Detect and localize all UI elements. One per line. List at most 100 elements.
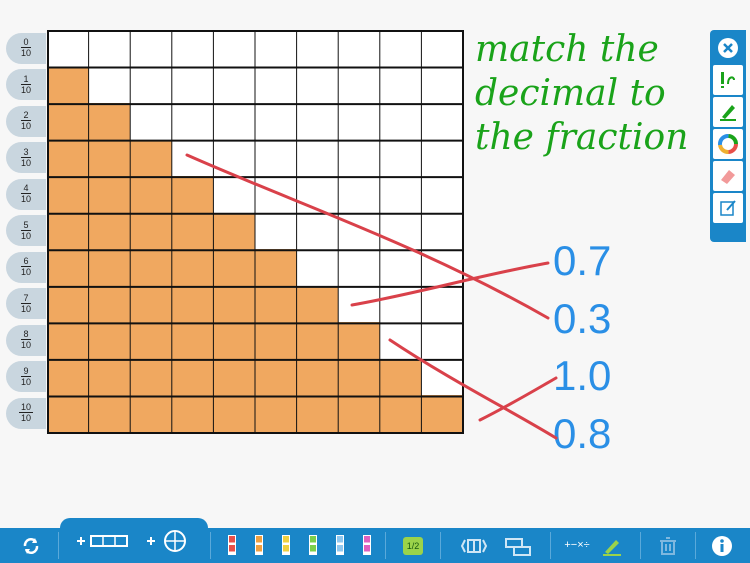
empty-cell xyxy=(338,139,380,177)
empty-cell xyxy=(379,322,422,359)
close-icon[interactable] xyxy=(713,33,743,63)
fraction-label[interactable]: 4 10 xyxy=(6,178,46,210)
fraction-denominator: 10 xyxy=(20,194,31,205)
fraction-label[interactable]: 5 10 xyxy=(6,215,46,247)
handwriting-line-2: decimal to xyxy=(475,73,666,114)
empty-cell xyxy=(88,30,131,67)
fraction-bar-row[interactable] xyxy=(47,285,463,323)
empty-cell xyxy=(255,30,297,67)
filled-cell xyxy=(88,285,131,323)
eraser-icon[interactable] xyxy=(713,161,743,191)
bar-chip-icon[interactable] xyxy=(336,535,344,555)
fraction-label[interactable]: 7 10 xyxy=(6,288,46,320)
decimal-value: 0.3 xyxy=(553,295,612,342)
fraction-label-icon[interactable]: 1/2 xyxy=(402,528,424,563)
empty-cell xyxy=(47,30,89,67)
empty-cell xyxy=(213,103,255,140)
fraction-label[interactable]: 9 10 xyxy=(6,361,46,393)
fraction-label[interactable]: 1 10 xyxy=(6,69,46,101)
empty-cell xyxy=(213,176,255,213)
fraction-label[interactable]: 3 10 xyxy=(6,142,46,174)
empty-cell xyxy=(213,139,255,177)
fraction-denominator: 10 xyxy=(20,48,31,58)
edit-note-icon[interactable] xyxy=(713,193,743,223)
fraction-bar-row[interactable] xyxy=(47,30,463,67)
bar-chip-icon[interactable] xyxy=(282,535,290,555)
empty-cell xyxy=(255,176,297,213)
bar-chip-icon[interactable] xyxy=(363,535,371,555)
filled-cell xyxy=(213,249,255,286)
filled-cell xyxy=(47,66,89,104)
filled-cell xyxy=(47,176,89,213)
fraction-bar-row[interactable] xyxy=(47,249,463,286)
toolbar-separator xyxy=(695,532,696,559)
filled-cell xyxy=(130,322,172,359)
trash-icon[interactable] xyxy=(656,528,680,563)
operations-icon[interactable]: +−×÷ xyxy=(563,528,591,563)
fraction-label[interactable]: 10 10 xyxy=(6,397,46,429)
fraction-bar-row[interactable] xyxy=(47,358,463,396)
fraction-bar-row[interactable] xyxy=(47,139,463,177)
empty-cell xyxy=(421,249,463,286)
filled-cell xyxy=(255,285,297,323)
empty-cell xyxy=(171,66,214,104)
side-toolbar xyxy=(710,30,746,242)
fraction-label[interactable]: 2 10 xyxy=(6,105,46,137)
info-icon[interactable] xyxy=(710,528,734,563)
add-circle-icon[interactable] xyxy=(145,523,191,558)
filled-cell xyxy=(130,395,172,432)
filled-cell xyxy=(379,358,422,396)
fraction-numerator: 5 xyxy=(21,219,31,231)
compare-icon[interactable] xyxy=(503,528,533,563)
empty-cell xyxy=(338,212,380,250)
filled-cell xyxy=(213,358,255,396)
decimal-value: 1.0 xyxy=(553,352,612,399)
handwriting-line-3: the fraction xyxy=(475,117,689,158)
filled-cell xyxy=(130,285,172,323)
fraction-label[interactable]: 6 10 xyxy=(6,251,46,283)
filled-cell xyxy=(171,395,214,432)
fraction-label[interactable]: 8 10 xyxy=(6,324,46,356)
bar-chip-icon[interactable] xyxy=(255,535,263,555)
empty-cell xyxy=(338,66,380,104)
toolbar-separator xyxy=(640,532,641,559)
fraction-numerator: 8 xyxy=(21,329,31,341)
refresh-icon[interactable] xyxy=(18,528,44,563)
empty-cell xyxy=(421,176,463,213)
split-icon[interactable] xyxy=(458,528,490,563)
filled-cell xyxy=(88,358,131,396)
fraction-bar-row[interactable] xyxy=(47,176,463,213)
filled-cell xyxy=(130,176,172,213)
empty-cell xyxy=(171,139,214,177)
highlighter-icon[interactable] xyxy=(713,97,743,127)
filled-cell xyxy=(171,358,214,396)
empty-cell xyxy=(296,66,339,104)
empty-cell xyxy=(171,103,214,140)
fraction-denominator: 10 xyxy=(20,413,31,424)
fraction-bar-row[interactable] xyxy=(47,103,463,140)
empty-cell xyxy=(296,139,339,177)
filled-cell xyxy=(130,139,172,177)
fraction-label[interactable]: 0 10 xyxy=(6,32,46,64)
add-bar-icon[interactable] xyxy=(75,523,131,558)
fraction-numerator: 4 xyxy=(21,183,31,195)
bar-chip-icon[interactable] xyxy=(228,535,236,555)
pen-icon[interactable] xyxy=(600,528,624,563)
color-wheel-icon[interactable] xyxy=(713,129,743,159)
filled-cell xyxy=(47,103,89,140)
empty-cell xyxy=(338,249,380,286)
empty-cell xyxy=(421,66,463,104)
pen-tool-icon[interactable] xyxy=(713,65,743,95)
fraction-denominator: 10 xyxy=(20,230,31,241)
empty-cell xyxy=(171,30,214,67)
fraction-bar-row[interactable] xyxy=(47,66,463,104)
fraction-bar-row[interactable] xyxy=(47,395,463,432)
filled-cell xyxy=(47,139,89,177)
fraction-bar-row[interactable] xyxy=(47,212,463,250)
bar-chip-icon[interactable] xyxy=(309,535,317,555)
fraction-bar-row[interactable] xyxy=(47,322,463,359)
filled-cell xyxy=(130,249,172,286)
fraction-denominator: 10 xyxy=(20,303,31,314)
filled-cell xyxy=(296,285,339,323)
empty-cell xyxy=(379,103,422,140)
